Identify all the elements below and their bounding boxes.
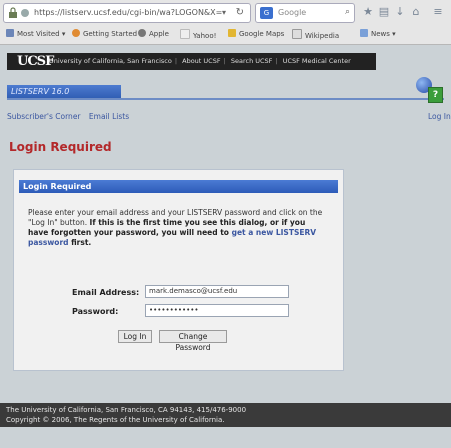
url-text[interactable]: https://listserv.ucsf.edu/cgi-bin/wa?LOG… — [34, 8, 222, 17]
bookmark-wikipedia[interactable]: Wikipedia — [292, 29, 339, 40]
login-dialog: Login Required Please enter your email a… — [13, 169, 344, 371]
email-field[interactable]: mark.demasco@ucsf.edu — [145, 285, 289, 298]
search-placeholder: Google — [278, 8, 307, 17]
page-title: Login Required — [9, 140, 112, 154]
library-icon[interactable]: ▤ — [378, 6, 390, 18]
subnav-subscribers-corner[interactable]: Subscriber's Corner — [7, 112, 81, 121]
banner-divider — [7, 98, 444, 100]
breadcrumb: Subscriber's Corner Email Lists — [7, 112, 129, 121]
login-button[interactable]: Log In — [118, 330, 152, 343]
bookmark-news[interactable]: News ▾ — [360, 29, 396, 38]
footer-copyright: Copyright © 2006, The Regents of the Uni… — [6, 416, 225, 424]
map-icon — [228, 29, 236, 37]
footer-address: The University of California, San Franci… — [6, 406, 247, 414]
ucsf-header-bar: UCSF University of California, San Franc… — [7, 53, 376, 70]
login-link[interactable]: Log In — [428, 112, 451, 121]
reload-icon[interactable]: ↻ — [236, 7, 244, 18]
bookmark-yahoo[interactable]: Yahoo! — [180, 29, 216, 40]
news-icon — [360, 29, 368, 37]
ucsf-nav: University of California, San Francisco |… — [49, 57, 351, 65]
download-icon[interactable]: ↓ — [394, 6, 406, 18]
wikipedia-icon — [292, 29, 302, 39]
dialog-header: Login Required — [19, 180, 338, 193]
site-info-icon[interactable] — [20, 8, 30, 18]
address-bar[interactable]: https://listserv.ucsf.edu/cgi-bin/wa?LOG… — [3, 3, 251, 23]
firefox-icon — [72, 29, 80, 37]
bookmark-getting-started[interactable]: Getting Started — [72, 29, 137, 38]
search-bar[interactable]: G Google ⌕ — [255, 3, 355, 23]
menu-icon[interactable]: ≡ — [432, 6, 444, 18]
star-icon[interactable]: ★ — [362, 6, 374, 18]
bookmarks-bar: Most Visited ▾ Getting Started Apple Yah… — [0, 26, 451, 43]
ucsf-logo[interactable]: UCSF — [17, 54, 54, 69]
bookmark-apple[interactable]: Apple — [138, 29, 169, 38]
nav-link-medical-center[interactable]: UCSF Medical Center — [283, 57, 351, 65]
home-icon[interactable]: ⌂ — [410, 6, 422, 18]
bookmark-icon — [6, 29, 14, 37]
yahoo-icon — [180, 29, 190, 39]
listserv-banner[interactable]: LISTSERV 16.0 — [7, 85, 121, 99]
search-icon[interactable]: ⌕ — [345, 7, 350, 17]
bookmark-most-visited[interactable]: Most Visited ▾ — [6, 29, 65, 38]
bookmark-google-maps[interactable]: Google Maps — [228, 29, 284, 38]
url-dropdown-icon[interactable]: ▾ — [222, 8, 226, 17]
page-footer: The University of California, San Franci… — [0, 403, 451, 427]
email-label: Email Address: — [72, 288, 140, 297]
nav-link-about[interactable]: About UCSF — [182, 57, 220, 65]
apple-icon — [138, 29, 146, 37]
change-password-button[interactable]: Change Password — [159, 330, 227, 352]
browser-toolbar: https://listserv.ucsf.edu/cgi-bin/wa?LOG… — [0, 0, 451, 45]
dialog-instructions: Please enter your email address and your… — [28, 208, 328, 248]
subnav-email-lists[interactable]: Email Lists — [89, 112, 129, 121]
password-field[interactable]: •••••••••••• — [145, 304, 289, 317]
lock-icon — [9, 7, 17, 18]
google-icon[interactable]: G — [260, 7, 273, 19]
password-label: Password: — [72, 307, 119, 316]
help-icon[interactable]: ? — [428, 87, 443, 103]
nav-link-ucsf[interactable]: University of California, San Francisco — [49, 57, 172, 65]
instructions-end: first. — [68, 238, 92, 247]
nav-link-search[interactable]: Search UCSF — [231, 57, 273, 65]
